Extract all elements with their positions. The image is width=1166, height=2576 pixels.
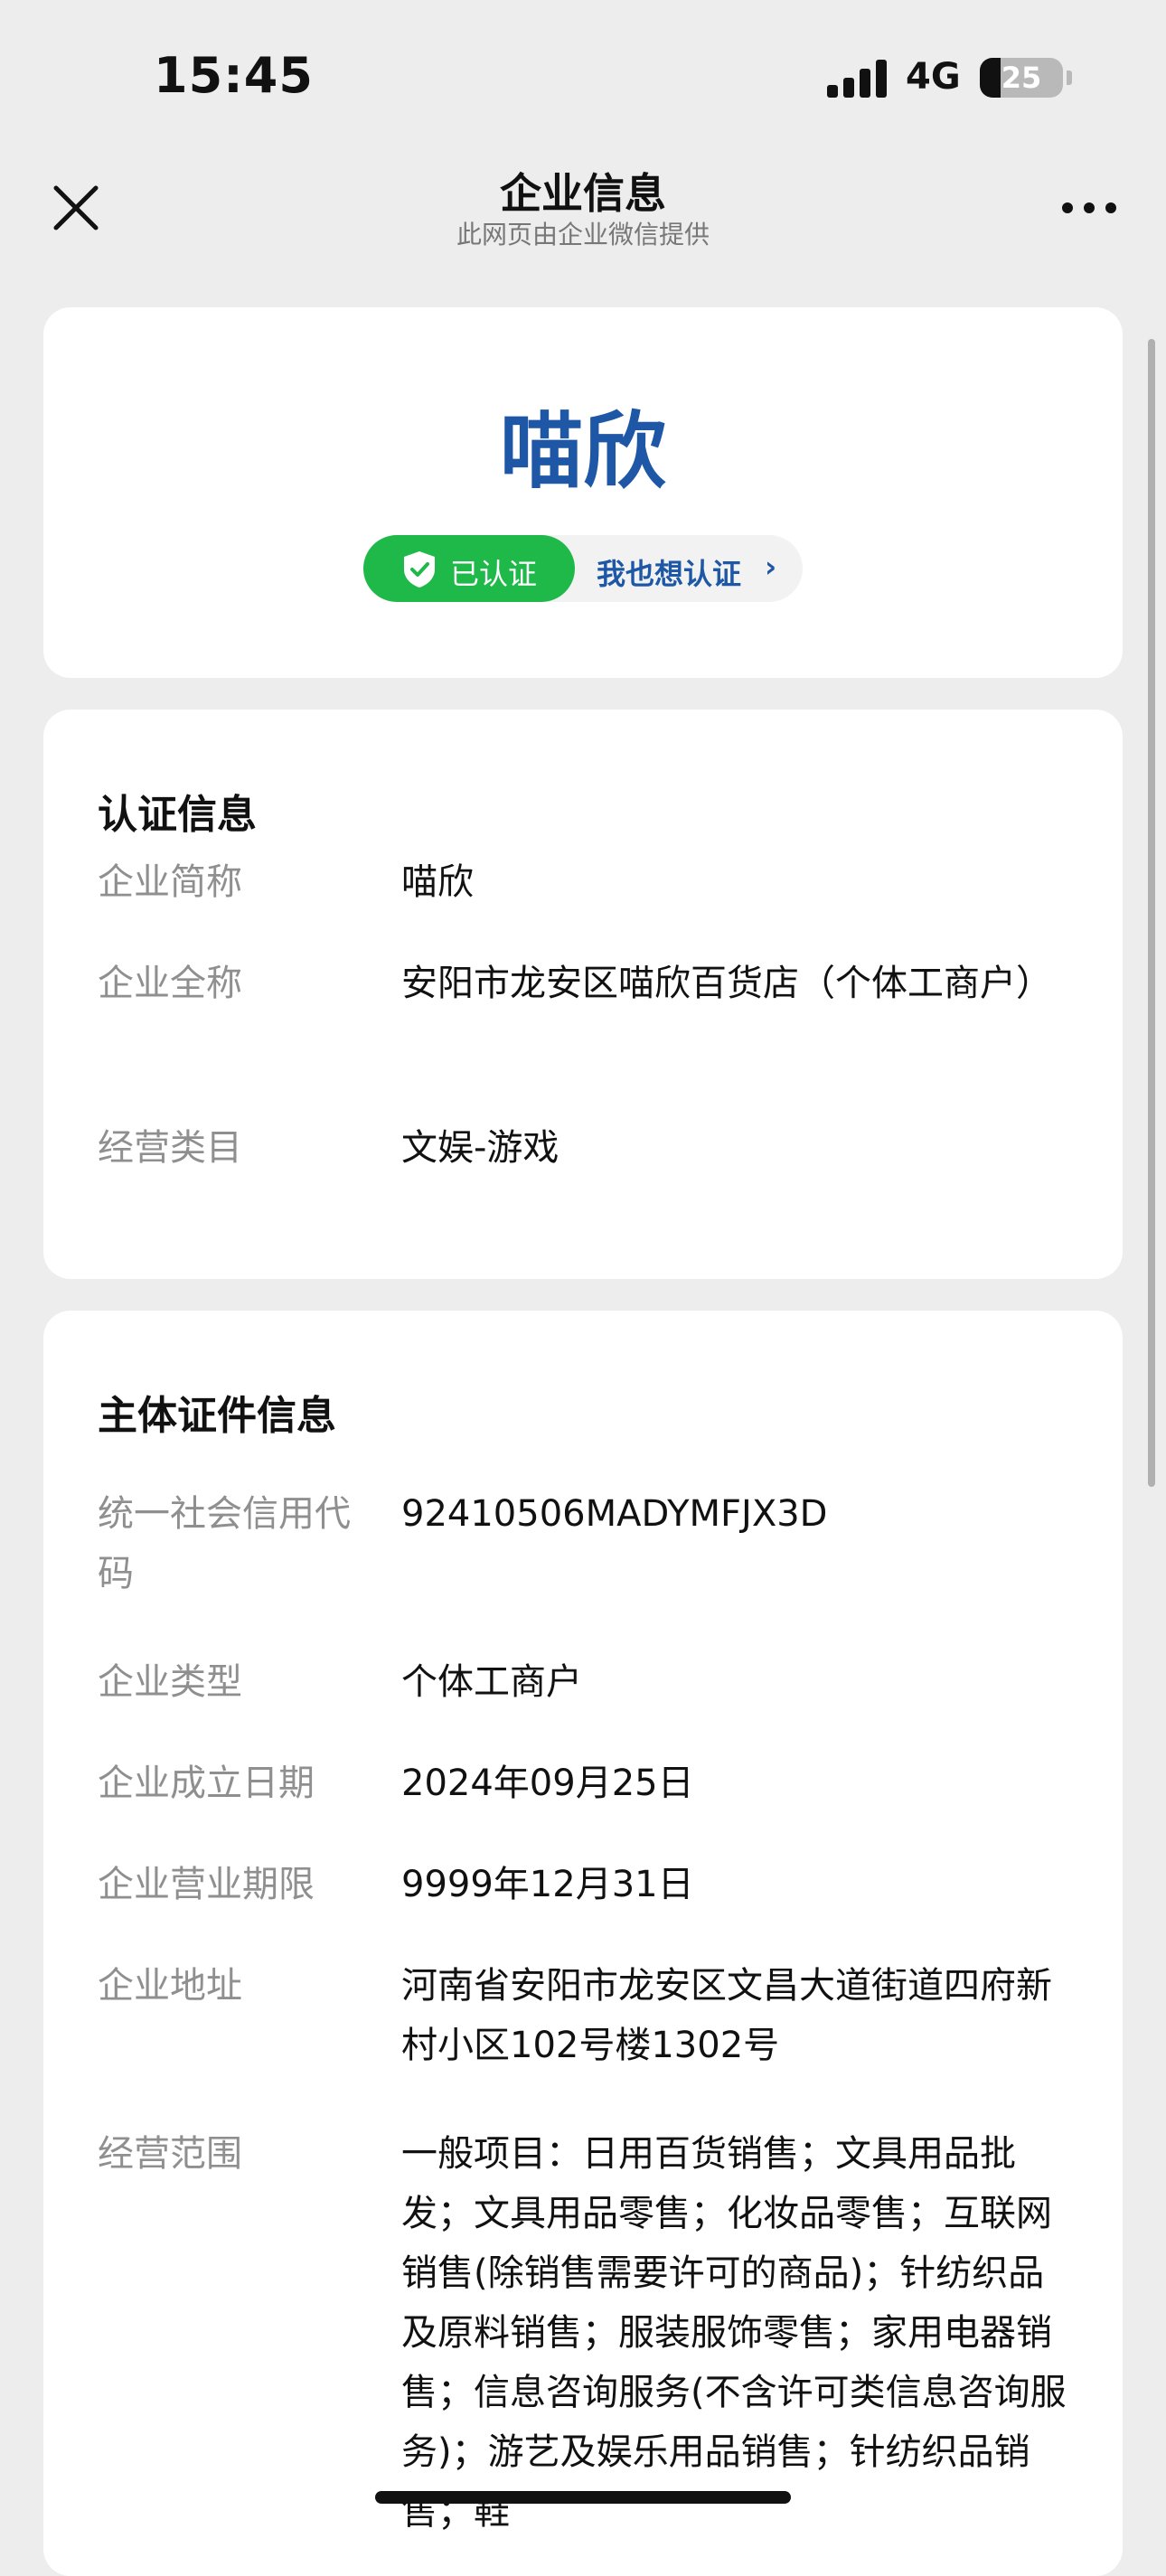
chevron-right-icon[interactable]: › <box>765 550 776 584</box>
company-name: 喵欣 <box>499 403 666 500</box>
row-label-founded-date: 企业成立日期 <box>98 1763 315 1804</box>
row-label-credit-code: 统一社会信用代码 <box>98 1493 351 1594</box>
row-label-business-scope: 经营范围 <box>98 2133 242 2175</box>
row-label-company-type: 企业类型 <box>98 1661 242 1703</box>
signal-icon <box>827 58 889 98</box>
entity-info-card: 主体证件信息 统一社会信用代码 92410506MADYMFJX3D 企业类型 … <box>43 1311 1123 2576</box>
row-label-business-term: 企业营业期限 <box>98 1864 315 1905</box>
scrollbar[interactable] <box>1148 339 1155 1487</box>
battery-tip <box>1067 71 1072 85</box>
more-icon <box>1062 202 1116 213</box>
apply-certification-link[interactable]: 我也想认证 <box>597 551 741 593</box>
row-value-address: 河南省安阳市龙安区文昌大道街道四府新村小区102号楼1302号 <box>401 1965 1052 2066</box>
network-type: 4G <box>906 56 961 98</box>
row-value-credit-code: 92410506MADYMFJX3D <box>401 1493 828 1535</box>
row-label-category: 经营类目 <box>98 1127 242 1169</box>
row-value-company-type: 个体工商户 <box>401 1661 582 1703</box>
verified-badge: 已认证 <box>363 535 575 602</box>
shield-check-icon <box>404 551 435 588</box>
section-title: 认证信息 <box>98 792 257 838</box>
row-value-short-name: 喵欣 <box>401 861 474 903</box>
certification-info-card: 认证信息 企业简称 喵欣 企业全称 安阳市龙安区喵欣百货店（个体工商户） 经营类… <box>43 710 1123 1279</box>
battery-icon: 25 <box>980 58 1063 98</box>
row-label-short-name: 企业简称 <box>98 861 242 903</box>
company-header-card: 喵欣 已认证 我也想认证 › <box>43 307 1123 678</box>
battery-percent: 25 <box>1001 61 1042 95</box>
row-value-founded-date: 2024年09月25日 <box>401 1763 694 1804</box>
home-indicator[interactable] <box>375 2491 791 2504</box>
section-title: 主体证件信息 <box>98 1393 336 1439</box>
row-value-business-scope: 一般项目：日用百货销售；文具用品批发；文具用品零售；化妆品零售；互联网销售(除销… <box>401 2133 1067 2533</box>
row-value-category: 文娱-游戏 <box>401 1127 559 1169</box>
row-value-full-name: 安阳市龙安区喵欣百货店（个体工商户） <box>401 963 1052 1004</box>
status-time: 15:45 <box>154 47 314 104</box>
status-bar: 15:45 4G 25 <box>0 0 1166 154</box>
nav-bar: 企业信息 此网页由企业微信提供 <box>0 154 1166 289</box>
certification-pill: 已认证 我也想认证 › <box>363 535 803 602</box>
page-subtitle: 此网页由企业微信提供 <box>456 220 710 249</box>
page-title: 企业信息 <box>500 169 666 218</box>
verified-badge-label: 已认证 <box>450 557 538 591</box>
row-value-business-term: 9999年12月31日 <box>401 1864 694 1905</box>
row-label-full-name: 企业全称 <box>98 963 242 1004</box>
more-button[interactable] <box>1058 190 1121 226</box>
row-label-address: 企业地址 <box>98 1965 242 2007</box>
